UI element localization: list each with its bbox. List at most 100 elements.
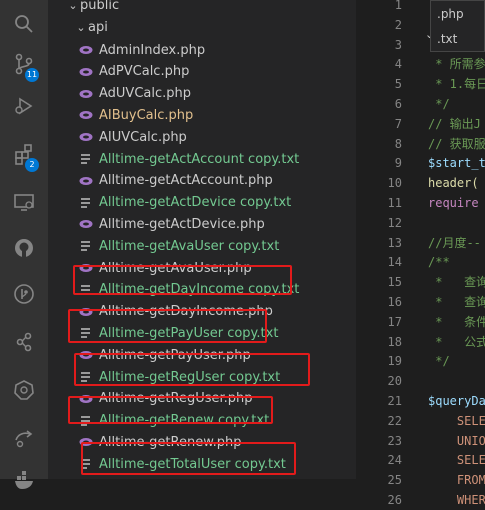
file-label: Alltime-getActDevice.php <box>99 216 265 232</box>
code-line: // 输出J <box>428 116 481 131</box>
php-file-icon <box>78 44 94 56</box>
code-line: FROM <box>428 473 485 488</box>
text-file-icon <box>78 197 94 209</box>
activity-bar: 11 2 <box>0 0 48 489</box>
run-debug-icon[interactable] <box>0 82 48 130</box>
code-line: SELE <box>428 413 485 428</box>
line-number: 12 <box>387 215 402 230</box>
source-control-badge: 11 <box>25 68 39 82</box>
line-number: 15 <box>387 275 402 290</box>
code-line: * 所需参 <box>428 57 485 72</box>
dropdown-option-php[interactable]: .php <box>437 3 464 25</box>
code-line: // 获取服 <box>428 136 485 151</box>
file-label: AIBuyCalc.php <box>99 107 194 123</box>
code-line: */ <box>428 354 450 369</box>
folder-public[interactable]: ⌄ public <box>48 0 356 16</box>
line-number: 21 <box>387 394 402 408</box>
line-number: 2 <box>394 17 402 32</box>
file-item[interactable]: Alltime-getActAccount.php <box>48 170 356 192</box>
dropdown-option-txt[interactable]: .txt <box>437 28 457 50</box>
line-number: 13 <box>387 235 402 250</box>
extensions-badge: 2 <box>25 158 39 172</box>
line-number: 7 <box>394 116 402 131</box>
folder-api[interactable]: ⌄ api <box>48 16 356 38</box>
line-number: 26 <box>387 493 402 507</box>
git-graph-icon[interactable] <box>0 270 48 318</box>
live-share-icon[interactable] <box>0 414 48 462</box>
highlight-box <box>74 353 310 386</box>
file-item[interactable]: Alltime-getActDevice.php <box>48 213 356 235</box>
php-file-icon <box>78 131 94 143</box>
file-item[interactable]: Alltime-getActAccount copy.txtU <box>48 148 356 170</box>
code-line: UNIO <box>428 433 485 448</box>
file-item[interactable]: Alltime-getAvaUser copy.txtU <box>48 235 356 257</box>
line-number: 20 <box>387 374 402 389</box>
line-number: 4 <box>394 57 402 72</box>
line-number: 9 <box>394 156 402 171</box>
code-line: * 1.每日 <box>428 77 485 92</box>
line-number: 22 <box>387 413 402 428</box>
code-line: header( <box>428 176 479 191</box>
code-line: WHER <box>428 493 485 507</box>
file-label: Alltime-getActDevice copy.txt <box>99 195 292 211</box>
file-item[interactable]: AIUVCalc.php <box>48 126 356 148</box>
line-number: 23 <box>387 433 402 448</box>
code-line: * 查询 <box>428 295 485 309</box>
line-number: 6 <box>394 97 402 111</box>
code-line: $queryDa <box>428 394 485 408</box>
file-item[interactable]: Alltime-getTotalUser.php <box>48 475 356 480</box>
code-line: SELE <box>428 453 485 468</box>
chevron-down-icon: ⌄ <box>76 20 86 34</box>
code-line: /** <box>428 255 450 270</box>
code-editor[interactable]: 12 3 4 * 所需参 5 * 1.每日 6 */ 7 // 输出J 8 // 获取服 9 $st… <box>356 0 485 507</box>
line-number: 18 <box>387 334 402 349</box>
file-label: Alltime-getActAccount copy.txt <box>99 151 300 167</box>
highlight-box <box>68 396 273 424</box>
highlight-box <box>73 265 292 295</box>
file-item[interactable]: AIBuyCalc.phpM <box>48 104 356 126</box>
php-file-icon <box>78 218 94 230</box>
folder-label: api <box>88 19 108 35</box>
highlight-box <box>68 309 267 343</box>
file-label: AdminIndex.php <box>99 42 206 58</box>
docker-icon[interactable] <box>0 456 48 504</box>
line-number: 14 <box>387 255 402 270</box>
file-item[interactable]: AdminIndex.php <box>48 39 356 61</box>
gitlens-icon[interactable] <box>0 318 48 366</box>
php-file-icon <box>78 88 94 100</box>
php-file-icon <box>78 109 94 121</box>
line-number: 10 <box>387 176 402 191</box>
line-number: 8 <box>394 136 402 151</box>
code-line: * 条件 <box>428 314 485 329</box>
code-line: require <box>428 196 479 210</box>
line-number: 16 <box>387 295 402 309</box>
github-icon[interactable] <box>0 224 48 272</box>
extensions-icon[interactable]: 2 <box>0 130 48 178</box>
line-number: 19 <box>387 354 402 369</box>
file-item[interactable]: Alltime-getActDevice copy.txtU <box>48 192 356 214</box>
file-label: AdPVCalc.php <box>99 64 190 80</box>
file-item[interactable]: AdUVCalc.php <box>48 83 356 105</box>
php-file-icon <box>78 175 94 187</box>
file-label: Alltime-getActAccount.php <box>99 173 273 189</box>
code-line: */ <box>428 97 450 111</box>
file-item[interactable]: AdPVCalc.php <box>48 61 356 83</box>
remote-explorer-icon[interactable] <box>0 178 48 226</box>
line-number: 24 <box>387 453 402 468</box>
file-label: AdUVCalc.php <box>99 86 192 102</box>
line-number: 5 <box>394 77 402 92</box>
kubernetes-icon[interactable] <box>0 366 48 414</box>
code-line: $start_t <box>428 156 485 171</box>
highlight-box <box>81 442 296 475</box>
explorer-panel: ⌄ public ⌄ api AdminIndex.php AdPVCalc.ph… <box>48 0 356 479</box>
extension-dropdown[interactable]: .php .txt <box>430 0 485 52</box>
file-label: Alltime-getAvaUser copy.txt <box>99 238 280 254</box>
line-number: 3 <box>394 37 402 52</box>
source-control-icon[interactable]: 11 <box>0 40 48 88</box>
chevron-down-icon: ⌄ <box>68 0 78 12</box>
text-file-icon <box>78 153 94 165</box>
text-file-icon <box>78 240 94 252</box>
line-number: 25 <box>387 473 402 488</box>
php-file-icon <box>78 66 94 78</box>
line-number: 11 <box>387 196 402 210</box>
